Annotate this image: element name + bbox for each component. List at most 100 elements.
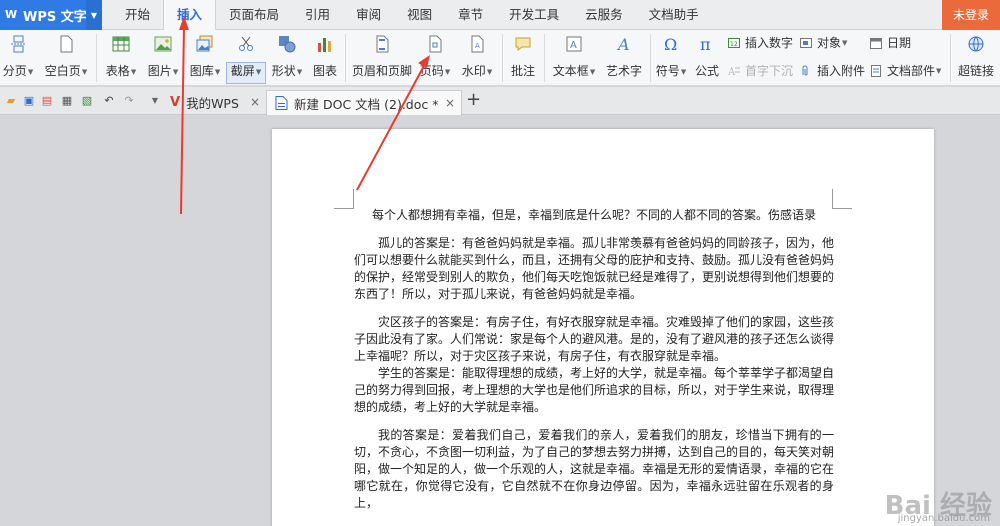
drop-cap-button[interactable]: A 首字下沉 bbox=[728, 62, 793, 79]
tab-current-document-label: 新建 DOC 文档 (2).doc * bbox=[294, 96, 439, 112]
screenshot-label: 截屏 bbox=[230, 64, 255, 78]
table-button[interactable]: 表格▼ bbox=[104, 30, 138, 79]
tab-page-layout[interactable]: 页面布局 bbox=[216, 0, 292, 30]
doc-parts-button[interactable]: 文档部件 ▼ bbox=[870, 62, 941, 79]
comment-button[interactable]: 批注 bbox=[510, 30, 536, 79]
omega-icon: Ω bbox=[664, 35, 677, 53]
chevron-down-icon[interactable]: ▼ bbox=[86, 0, 102, 30]
doc-paragraph: 学生的答案是：能取得理想的成绩，考上好的大学，就是幸福。每个莘莘学子都渴望自己的… bbox=[354, 366, 835, 414]
number-icon: 12 bbox=[728, 37, 740, 48]
formula-label: 公式 bbox=[694, 64, 719, 78]
app-name: WPS 文字 bbox=[23, 9, 87, 25]
tab-cloud[interactable]: 云服务 bbox=[572, 0, 636, 30]
wps-logo-icon: V bbox=[170, 95, 181, 110]
undo-icon[interactable]: ↶ bbox=[102, 94, 116, 108]
separator bbox=[502, 34, 503, 82]
watermark-button[interactable]: A 水印▼ bbox=[460, 30, 494, 79]
svg-text:12: 12 bbox=[730, 41, 738, 48]
tab-start[interactable]: 开始 bbox=[112, 0, 163, 30]
login-button[interactable]: 未登录 bbox=[942, 0, 1000, 30]
svg-text:A: A bbox=[475, 42, 480, 50]
separator bbox=[650, 34, 651, 82]
picture-icon bbox=[154, 36, 172, 52]
header-footer-button[interactable]: 页眉和页脚 bbox=[352, 30, 412, 79]
picture-button[interactable]: 图片▼ bbox=[146, 30, 180, 79]
watermark-icon: A bbox=[471, 35, 484, 53]
wordart-label: 艺术字 bbox=[605, 64, 642, 78]
formula-button[interactable]: π 公式 bbox=[694, 30, 720, 79]
wordart-button[interactable]: A 艺术字 bbox=[604, 30, 644, 79]
separator bbox=[950, 34, 951, 82]
separator bbox=[544, 34, 545, 82]
tab-references[interactable]: 引用 bbox=[292, 0, 343, 30]
chart-button[interactable]: 图表 bbox=[312, 30, 338, 79]
tab-assistant[interactable]: 文档助手 bbox=[636, 0, 712, 30]
open-folder-icon[interactable]: ▰ bbox=[4, 94, 18, 108]
insert-number-label: 插入数字 bbox=[745, 36, 794, 50]
page-break-button[interactable]: 分页▼ bbox=[3, 30, 33, 79]
wordart-icon: A bbox=[616, 35, 630, 53]
tab-review[interactable]: 审阅 bbox=[343, 0, 394, 30]
redo-icon[interactable]: ↷ bbox=[122, 94, 136, 108]
object-button[interactable]: 对象 ▼ bbox=[800, 34, 847, 51]
doc-paragraph: 我的答案是：爱着我们自己，爱着我们的亲人，爱着我们的朋友，珍惜当下拥有的一切，不… bbox=[354, 428, 835, 510]
calendar-icon bbox=[870, 37, 882, 49]
tab-current-document[interactable]: 新建 DOC 文档 (2).doc * × bbox=[266, 90, 462, 115]
tab-section[interactable]: 章节 bbox=[445, 0, 496, 30]
wps-logo-icon: W bbox=[5, 8, 18, 21]
tab-my-wps[interactable]: V 我的WPS × bbox=[170, 90, 266, 115]
chevron-down-icon[interactable]: ▼ bbox=[148, 94, 162, 108]
hyperlink-button[interactable]: 超链接 bbox=[956, 30, 996, 79]
attachment-button[interactable]: 插入附件 bbox=[800, 62, 865, 79]
watermark-label: 水印 bbox=[461, 64, 486, 78]
shape-icon bbox=[279, 36, 296, 53]
comment-label: 批注 bbox=[510, 64, 535, 78]
paperclip-icon bbox=[802, 65, 808, 75]
tab-my-wps-label: 我的WPS bbox=[186, 96, 239, 111]
picture-label: 图片 bbox=[147, 64, 172, 78]
symbol-button[interactable]: Ω 符号▼ bbox=[654, 30, 688, 79]
shape-button[interactable]: 形状▼ bbox=[270, 30, 304, 79]
screenshot-button[interactable]: 截屏▼ bbox=[228, 30, 264, 79]
gallery-button[interactable]: 图库▼ bbox=[188, 30, 222, 79]
drop-cap-label: 首字下沉 bbox=[745, 64, 794, 78]
table-label: 表格 bbox=[105, 64, 130, 78]
menu-tabs: 开始 插入 页面布局 引用 审阅 视图 章节 开发工具 云服务 文档助手 bbox=[112, 0, 712, 31]
textbox-button[interactable]: A 文本框▼ bbox=[552, 30, 596, 79]
blank-page-label: 空白页 bbox=[44, 64, 81, 78]
document-icon bbox=[275, 96, 288, 110]
textbox-label: 文本框 bbox=[552, 64, 589, 78]
svg-text:A: A bbox=[570, 40, 577, 51]
close-icon[interactable]: × bbox=[250, 95, 260, 109]
tab-view[interactable]: 视图 bbox=[394, 0, 445, 30]
chart-label: 图表 bbox=[312, 64, 337, 78]
textbox-icon: A bbox=[566, 36, 582, 52]
app-menu-button[interactable]: W WPS 文字 ▼ bbox=[0, 0, 102, 30]
save-icon[interactable]: ▣ bbox=[22, 94, 36, 108]
insert-number-button[interactable]: 12 插入数字 bbox=[728, 34, 793, 51]
tab-insert[interactable]: 插入 bbox=[163, 0, 217, 31]
doc-paragraph: 灾区孩子的答案是：有房子住，有好衣服穿就是幸福。灾难毁掉了他们的家园，这些孩子因… bbox=[354, 315, 835, 363]
header-footer-icon bbox=[376, 35, 389, 53]
print-icon[interactable]: ▦ bbox=[60, 94, 74, 108]
object-label: 对象 bbox=[817, 36, 842, 50]
export-pdf-icon[interactable]: ▤ bbox=[40, 94, 54, 108]
document-page[interactable]: 每个人都想拥有幸福，但是，幸福到底是什么呢？不同的人都不同的答案。伤感语录 孤儿… bbox=[272, 129, 934, 526]
drop-cap-icon: A bbox=[728, 67, 740, 77]
doc-parts-label: 文档部件 bbox=[887, 64, 936, 78]
hyperlink-label: 超链接 bbox=[957, 64, 994, 78]
document-tab-bar: ▰ ▣ ▤ ▦ ▧ ↶ ↷ ▼ V 我的WPS × 新建 DOC 文档 (2).… bbox=[0, 87, 1000, 115]
tab-developer[interactable]: 开发工具 bbox=[496, 0, 572, 30]
doc-parts-icon bbox=[871, 64, 881, 77]
page-number-button[interactable]: 页码▼ bbox=[418, 30, 452, 79]
new-tab-plus-icon[interactable]: + bbox=[466, 91, 481, 109]
print-preview-icon[interactable]: ▧ bbox=[80, 94, 94, 108]
blank-page-button[interactable]: 空白页▼ bbox=[42, 30, 90, 79]
svg-text:A: A bbox=[616, 35, 630, 53]
document-body[interactable]: 每个人都想拥有幸福，但是，幸福到底是什么呢？不同的人都不同的答案。伤感语录 孤儿… bbox=[354, 207, 834, 512]
close-icon[interactable]: × bbox=[445, 96, 455, 110]
page-number-icon bbox=[429, 35, 442, 53]
gallery-label: 图库 bbox=[189, 64, 214, 78]
page-number-label: 页码 bbox=[419, 64, 444, 78]
date-button[interactable]: 日期 bbox=[870, 34, 911, 51]
